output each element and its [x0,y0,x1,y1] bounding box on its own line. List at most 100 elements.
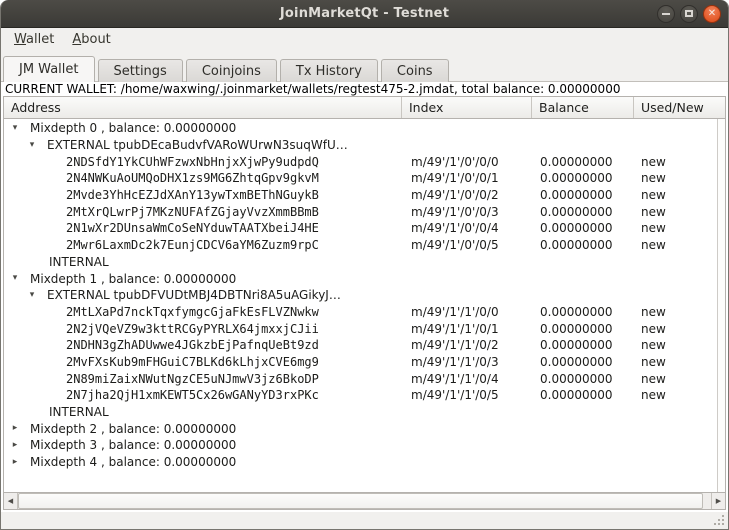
address-cell: 2MtXrQLwrPj7MKzNUFAfZGjayVvzXmmBBmB [4,205,402,219]
address-text: 2MvFXsKub9mFHGuiC7BLKd6kLhjxCVE6mg9 [66,355,319,369]
address-cell: 2N4NWKuAoUMQoDHX1zs9MG6ZhtqGpv9gkvM [4,171,402,185]
balance-cell: 0.00000000 [532,305,634,319]
address-cell: ▾ EXTERNAL tpubDFVUDtMBJ4DBTNri8A5uAGikyJ… [4,288,402,302]
column-header-balance[interactable]: Balance [532,97,634,118]
index-cell: m/49'/1'/1'/0/2 [402,338,532,352]
balance-cell: 0.00000000 [532,221,634,235]
window-title: JoinMarketQt - Testnet [1,6,728,21]
close-button[interactable]: ✕ [703,5,721,23]
tree-row-address[interactable]: 2NDHN3gZhADUwwe4JGkzbEjPafnqUeBt9zdm/49'… [4,337,717,354]
expander-expanded-icon[interactable]: ▾ [8,124,22,133]
address-cell: ▾ Mixdepth 1 , balance: 0.00000000 [4,272,402,286]
address-text: 2MtXrQLwrPj7MKzNUFAfZGjayVvzXmmBBmB [66,205,319,219]
tree-viewport: ▾ Mixdepth 0 , balance: 0.00000000 ▾ EXTERN… [4,119,725,492]
tree-label: EXTERNAL tpubDFVUDtMBJ4DBTNri8A5uAGikyJ… [47,288,341,302]
tree-rows: ▾ Mixdepth 0 , balance: 0.00000000 ▾ EXTERN… [4,119,717,492]
address-text: 2Mwr6LaxmDc2k7EunjCDCV6aYM6Zuzm9rpC [66,238,319,252]
used-new-cell: new [634,338,717,352]
tree-row-address[interactable]: 2N1wXr2DUnsaWmCoSeNYduwTAATXbeiJ4HE m/49'… [4,220,717,237]
column-header-address[interactable]: Address [4,97,402,118]
used-new-cell: new [634,372,717,386]
application-window: JoinMarketQt - Testnet ✕ WalletAbout JM … [0,0,729,530]
maximize-icon [685,10,693,17]
address-cell: 2Mwr6LaxmDc2k7EunjCDCV6aYM6Zuzm9rpC [4,238,402,252]
tree-row-address[interactable]: 2NDSfdY1YkCUhWFzwxNbHnjxXjwPy9udpdQm/49'… [4,153,717,170]
menu-item-wallet[interactable]: Wallet [7,30,61,49]
tree-row-address[interactable]: 2Mvde3YhHcEZJdXAnY13ywTxmBEThNGuykBm/49'… [4,187,717,204]
tree-row-address[interactable]: 2N89miZaixNWutNgzCE5uNJmwV3jz6BkoDPm/49'… [4,370,717,387]
tree-row-internal[interactable]: INTERNAL [4,404,717,421]
address-cell: ▾ Mixdepth 0 , balance: 0.00000000 [4,121,402,135]
tree-label: Mixdepth 2 , balance: 0.00000000 [30,422,236,436]
tree-row-address[interactable]: 2Mwr6LaxmDc2k7EunjCDCV6aYM6Zuzm9rpCm/49'… [4,237,717,254]
used-new-cell: new [634,171,717,185]
resize-grip[interactable] [712,513,725,526]
tab-coins[interactable]: Coins [381,59,449,82]
tree-label: Mixdepth 0 , balance: 0.00000000 [30,121,236,135]
maximize-button[interactable] [680,5,698,23]
tree-row-mixdepth[interactable]: ▸ Mixdepth 2 , balance: 0.00000000 [4,420,717,437]
column-header-used-new[interactable]: Used/New [634,97,725,118]
expander-collapsed-icon[interactable]: ▸ [8,424,22,433]
address-cell: 2N7jha2QjH1xmKEWT5Cx26wGANyYD3rxPKc [4,388,402,402]
minimize-button[interactable] [657,5,675,23]
title-bar[interactable]: JoinMarketQt - Testnet ✕ [1,0,728,28]
address-text: 2N2jVQeVZ9w3kttRCGyPYRLX64jmxxjCJii [66,322,319,336]
used-new-cell: new [634,205,717,219]
tree-row-address[interactable]: 2N7jha2QjH1xmKEWT5Cx26wGANyYD3rxPKcm/49'… [4,387,717,404]
tree-row-address[interactable]: 2MtLXaPd7nckTqxfymgcGjaFkEsFLVZNwkwm/49'… [4,304,717,321]
scrollbar-track[interactable] [18,493,711,509]
address-cell: INTERNAL [4,255,402,269]
tab-jm-wallet[interactable]: JM Wallet [3,56,95,82]
vertical-scrollbar-track [717,119,725,492]
tree-row-address[interactable]: 2MtXrQLwrPj7MKzNUFAfZGjayVvzXmmBBmBm/49'… [4,203,717,220]
expander-expanded-icon[interactable]: ▾ [25,141,39,150]
tree-row-address[interactable]: 2N4NWKuAoUMQoDHX1zs9MG6ZhtqGpv9gkvMm/49'… [4,170,717,187]
address-cell: 2NDSfdY1YkCUhWFzwxNbHnjxXjwPy9udpdQ [4,155,402,169]
expander-expanded-icon[interactable]: ▾ [8,274,22,283]
balance-cell: 0.00000000 [532,372,634,386]
tree-row-internal[interactable]: INTERNAL [4,254,717,271]
expander-collapsed-icon[interactable]: ▸ [8,441,22,450]
index-cell: m/49'/1'/0'/0/4 [402,221,532,235]
balance-cell: 0.00000000 [532,322,634,336]
tree-row-mixdepth[interactable]: ▾ Mixdepth 0 , balance: 0.00000000 [4,120,717,137]
balance-cell: 0.00000000 [532,188,634,202]
column-header-index[interactable]: Index [402,97,532,118]
tree-row-address[interactable]: 2MvFXsKub9mFHGuiC7BLKd6kLhjxCVE6mg9 m/49'… [4,354,717,371]
tree-row-mixdepth[interactable]: ▾ Mixdepth 1 , balance: 0.00000000 [4,270,717,287]
balance-cell: 0.00000000 [532,205,634,219]
address-cell: ▸Mixdepth 3 , balance: 0.00000000 [4,438,402,452]
tree-row-branch[interactable]: ▾ EXTERNAL tpubDFVUDtMBJ4DBTNri8A5uAGikyJ… [4,287,717,304]
address-text: 2N4NWKuAoUMQoDHX1zs9MG6ZhtqGpv9gkvM [66,171,319,185]
expander-collapsed-icon[interactable]: ▸ [8,458,22,467]
expander-expanded-icon[interactable]: ▾ [25,291,39,300]
address-cell: 2Mvde3YhHcEZJdXAnY13ywTxmBEThNGuykB [4,188,402,202]
tab-bar: JM WalletSettingsCoinjoinsTx HistoryCoin… [1,51,728,82]
minimize-icon [662,13,670,15]
used-new-cell: new [634,155,717,169]
address-text: 2N1wXr2DUnsaWmCoSeNYduwTAATXbeiJ4HE [66,221,319,235]
tree-label: INTERNAL [49,405,109,419]
tree-row-mixdepth[interactable]: ▸Mixdepth 4 , balance: 0.00000000 [4,454,717,471]
used-new-cell: new [634,238,717,252]
current-wallet-label: CURRENT WALLET: /home/waxwing/.joinmarke… [1,82,728,96]
scroll-right-button[interactable]: ▶ [711,493,725,509]
scrollbar-thumb[interactable] [18,493,703,509]
menu-item-about[interactable]: About [65,30,117,49]
tab-coinjoins[interactable]: Coinjoins [186,59,277,82]
scroll-left-button[interactable]: ◀ [4,493,18,509]
address-text: 2N89miZaixNWutNgzCE5uNJmwV3jz6BkoDP [66,372,319,386]
close-icon: ✕ [708,9,716,19]
tree-row-address[interactable]: 2N2jVQeVZ9w3kttRCGyPYRLX64jmxxjCJiim/49'… [4,320,717,337]
tree-label: EXTERNAL tpubDEcaBudvfVARoWUrwN3suqWfU… [47,138,348,152]
tab-settings[interactable]: Settings [98,59,183,82]
index-cell: m/49'/1'/1'/0/5 [402,388,532,402]
index-cell: m/49'/1'/1'/0/3 [402,355,532,369]
horizontal-scrollbar[interactable]: ◀ ▶ [4,492,725,509]
tree-label: Mixdepth 1 , balance: 0.00000000 [30,272,236,286]
tree-row-mixdepth[interactable]: ▸Mixdepth 3 , balance: 0.00000000 [4,437,717,454]
tab-tx-history[interactable]: Tx History [280,59,378,82]
tree-header: Address Index Balance Used/New [4,97,725,119]
tree-row-branch[interactable]: ▾ EXTERNAL tpubDEcaBudvfVARoWUrwN3suqWfU… [4,137,717,154]
